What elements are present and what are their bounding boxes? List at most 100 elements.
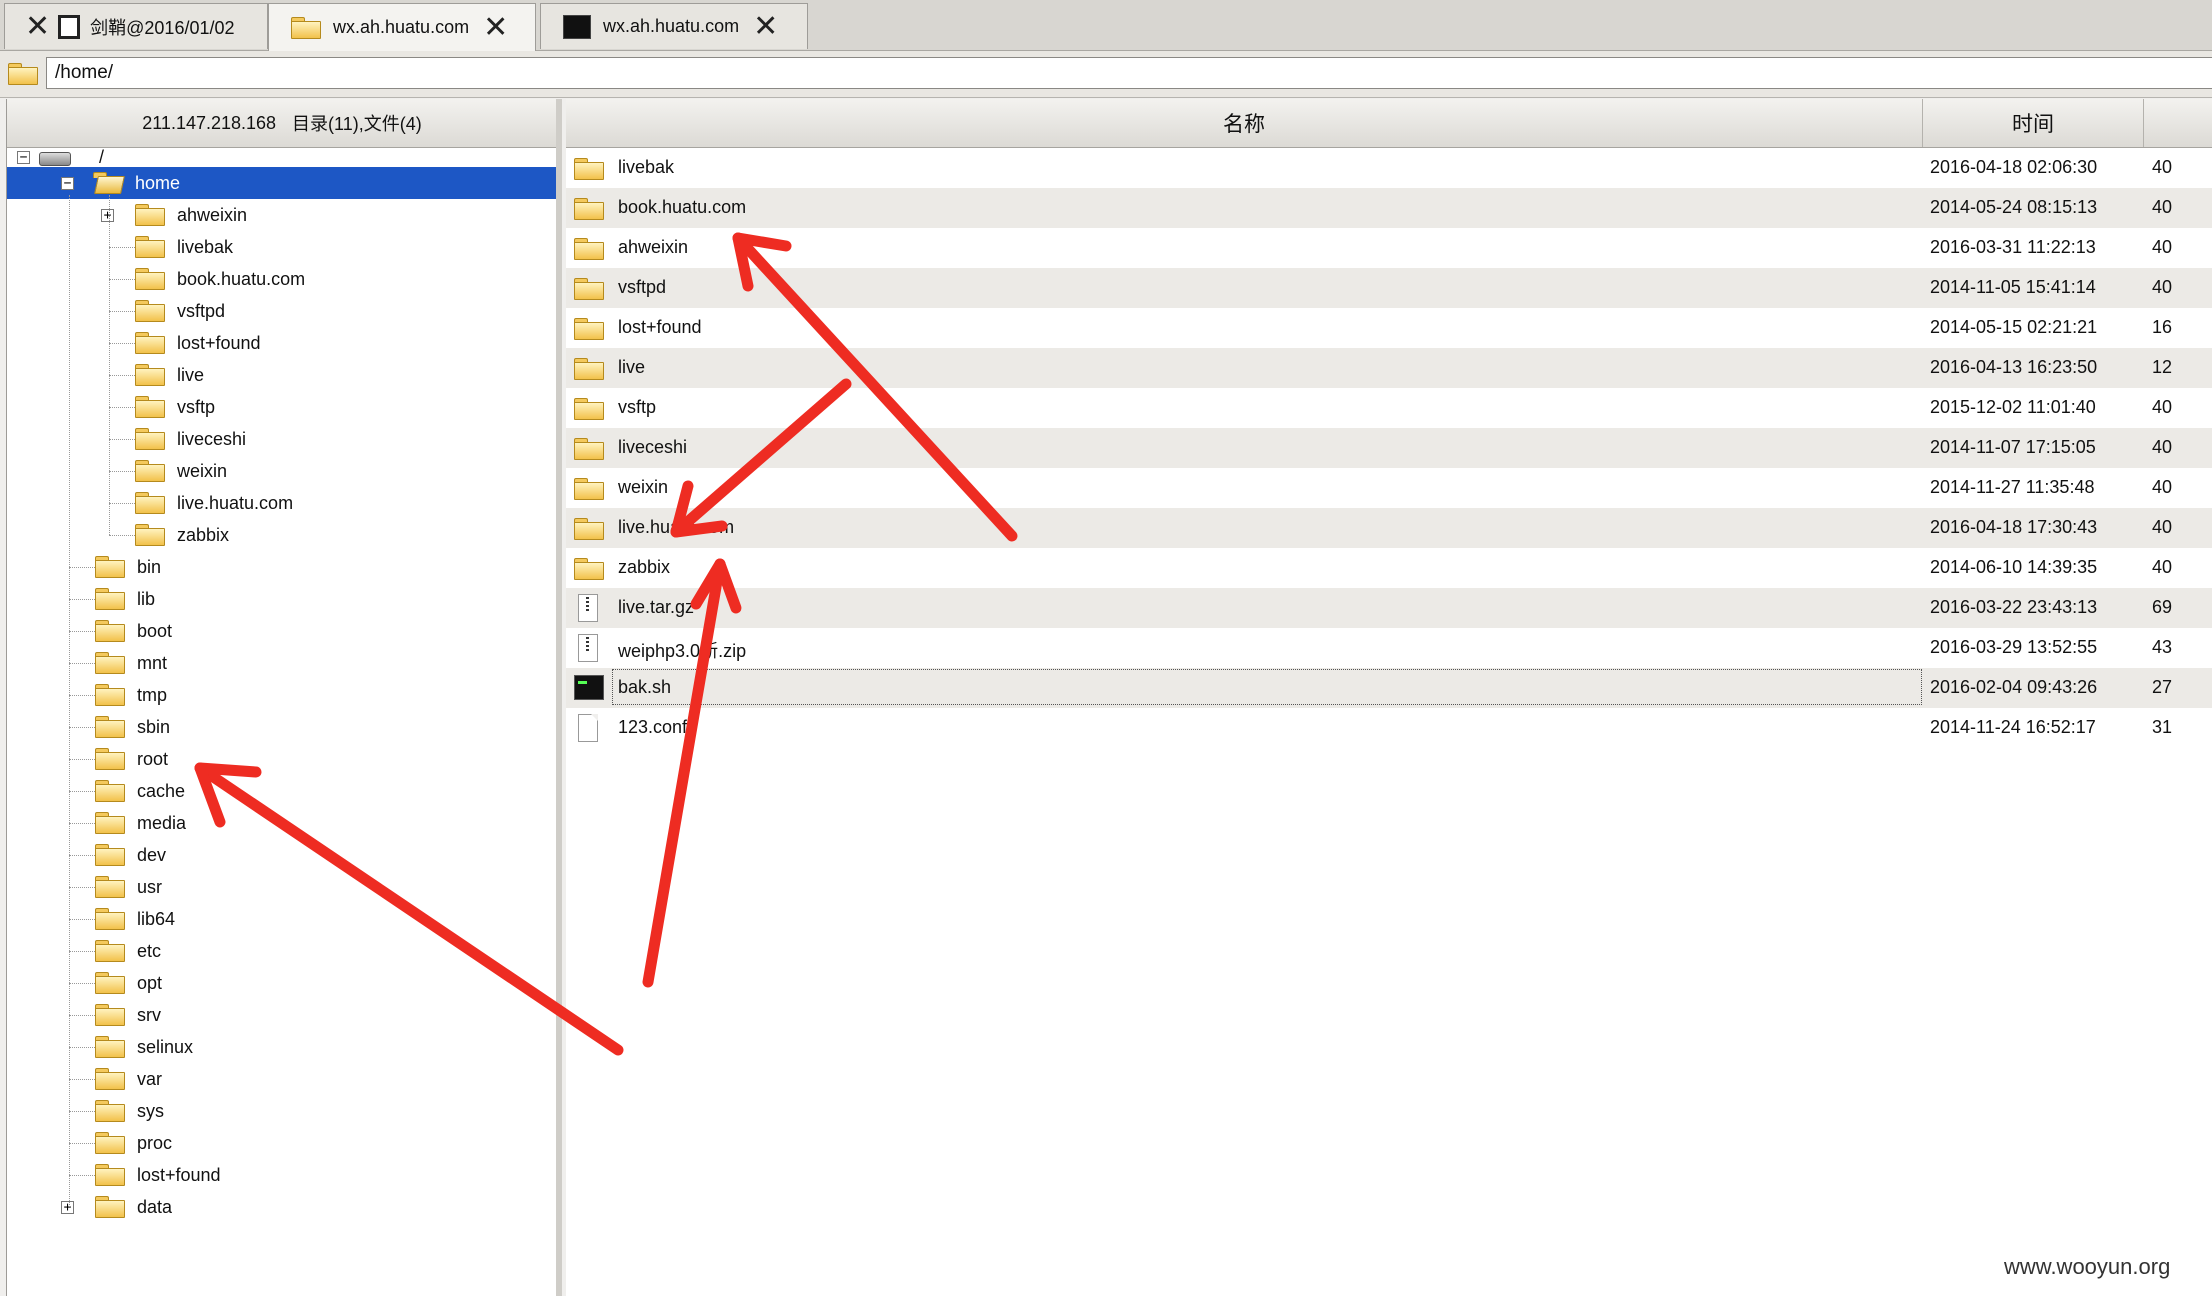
tree-node[interactable]: cache <box>95 775 185 807</box>
column-size-header[interactable] <box>2144 99 2212 147</box>
file-row[interactable]: zabbix 2014-06-10 14:39:35 40 <box>566 548 2212 588</box>
tree-node[interactable]: book.huatu.com <box>135 263 305 295</box>
tree-node[interactable]: weixin <box>135 455 227 487</box>
tree-node[interactable]: data <box>95 1191 172 1223</box>
file-row[interactable]: live 2016-04-13 16:23:50 12 <box>566 348 2212 388</box>
column-time-header[interactable]: 时间 <box>1923 99 2144 147</box>
file-row[interactable]: weixin 2014-11-27 11:35:48 40 <box>566 468 2212 508</box>
file-row[interactable]: livebak 2016-04-18 02:06:30 40 <box>566 148 2212 188</box>
tree-node[interactable]: var <box>95 1063 162 1095</box>
folder-icon <box>95 972 125 994</box>
tree-node-label: sbin <box>137 716 171 737</box>
folder-icon <box>574 478 604 500</box>
tree-root-label[interactable]: / <box>99 147 104 168</box>
file-row[interactable]: ahweixin 2016-03-31 11:22:13 40 <box>566 228 2212 268</box>
file-time: 2016-03-29 13:52:55 <box>1930 637 2098 657</box>
path-input[interactable] <box>46 57 2212 89</box>
file-row[interactable]: book.huatu.com 2014-05-24 08:15:13 40 <box>566 188 2212 228</box>
item-count: 目录(11),文件(4) <box>292 114 422 134</box>
tree-node-label: lost+found <box>137 1164 221 1185</box>
tree-node[interactable]: bin <box>95 551 161 583</box>
tree-node-label: etc <box>137 940 162 961</box>
tree-node[interactable]: livebak <box>135 231 233 263</box>
collapse-toggle[interactable]: − <box>61 177 74 190</box>
server-ip: 211.147.218.168 <box>142 112 277 133</box>
file-name: livebak <box>618 157 675 177</box>
file-time: 2016-04-13 16:23:50 <box>1930 357 2098 377</box>
tree-node[interactable]: live.huatu.com <box>135 487 293 519</box>
expand-toggle[interactable]: + <box>61 1201 74 1214</box>
tab-filemanager[interactable]: wx.ah.huatu.com ✕ <box>268 3 536 51</box>
tab-session[interactable]: ✕ 剑鞘@2016/01/02 <box>4 3 268 49</box>
file-time: 2014-11-27 11:35:48 <box>1930 477 2095 497</box>
file-row[interactable]: weiphp3.0新.zip 2016-03-29 13:52:55 43 <box>566 628 2212 668</box>
file-row[interactable]: 123.conf 2014-11-24 16:52:17 31 <box>566 708 2212 748</box>
tree-connector <box>69 1143 95 1144</box>
tree-node-label: book.huatu.com <box>177 268 306 289</box>
file-row[interactable]: vsftp 2015-12-02 11:01:40 40 <box>566 388 2212 428</box>
file-name: vsftp <box>618 397 657 417</box>
tree-node[interactable]: opt <box>95 967 162 999</box>
tree-node[interactable]: media <box>95 807 186 839</box>
close-icon[interactable]: ✕ <box>483 12 508 43</box>
file-time: 2014-11-24 16:52:17 <box>1930 717 2096 737</box>
file-name: bak.sh <box>618 677 672 697</box>
folder-icon <box>574 518 604 540</box>
tree-node[interactable]: ahweixin <box>135 199 247 231</box>
tree-node[interactable]: vsftpd <box>135 295 225 327</box>
tree-node-label: lost+found <box>177 332 261 353</box>
tree-node[interactable]: proc <box>95 1127 172 1159</box>
tree-node[interactable]: sbin <box>95 711 170 743</box>
tree-node[interactable]: tmp <box>95 679 167 711</box>
column-name-header[interactable]: 名称 <box>566 99 1923 147</box>
file-size: 40 <box>2152 397 2173 417</box>
tree-node[interactable]: live <box>135 359 204 391</box>
tree-connector <box>69 1175 95 1176</box>
file-row[interactable]: live.tar.gz 2016-03-22 23:43:13 69 <box>566 588 2212 628</box>
tree-node-label: tmp <box>137 684 168 705</box>
tree-node[interactable]: mnt <box>95 647 167 679</box>
folder-icon <box>135 300 165 322</box>
tree-node[interactable]: liveceshi <box>135 423 246 455</box>
tree-node[interactable]: usr <box>95 871 162 903</box>
tree-node[interactable]: lib <box>95 583 155 615</box>
folder-icon <box>95 844 125 866</box>
tree-node[interactable]: etc <box>95 935 161 967</box>
file-list: 名称 时间 livebak 2016-04-18 02:06:30 40 book.h… <box>566 99 2212 1296</box>
close-icon[interactable]: ✕ <box>753 11 778 42</box>
tree-node[interactable]: vsftp <box>135 391 215 423</box>
file-time: 2016-03-22 23:43:13 <box>1930 597 2098 617</box>
file-row[interactable]: vsftpd 2014-11-05 15:41:14 40 <box>566 268 2212 308</box>
tree-connector <box>69 631 95 632</box>
disk-icon <box>39 152 71 166</box>
tree-node[interactable]: srv <box>95 999 161 1031</box>
tree-node[interactable]: lib64 <box>95 903 175 935</box>
collapse-toggle[interactable]: − <box>17 151 30 164</box>
tab-terminal[interactable]: wx.ah.huatu.com ✕ <box>540 3 808 49</box>
tree-node-label: mnt <box>137 652 168 673</box>
tree-node[interactable]: sys <box>95 1095 164 1127</box>
tree-node-label: bin <box>137 556 162 577</box>
tree-node-label: usr <box>137 876 163 897</box>
file-row[interactable]: bak.sh 2016-02-04 09:43:26 27 <box>566 668 2212 708</box>
file-name: live.huatu.com <box>618 517 735 537</box>
file-row[interactable]: live.huatu.com 2016-04-18 17:30:43 40 <box>566 508 2212 548</box>
folder-icon <box>574 558 604 580</box>
expand-toggle[interactable]: + <box>101 209 114 222</box>
tree-node[interactable]: selinux <box>95 1031 193 1063</box>
folder-icon <box>95 588 125 610</box>
close-icon[interactable]: ✕ <box>25 11 50 42</box>
folder-icon <box>574 198 604 220</box>
file-row[interactable]: liveceshi 2014-11-07 17:15:05 40 <box>566 428 2212 468</box>
tree-node[interactable]: dev <box>95 839 166 871</box>
tree-node[interactable]: root <box>95 743 168 775</box>
tree-connector <box>69 759 95 760</box>
tree-node[interactable]: lost+found <box>135 327 261 359</box>
tree-node[interactable]: lost+found <box>95 1159 221 1191</box>
tree-node[interactable]: boot <box>95 615 172 647</box>
tree-connector <box>69 855 95 856</box>
file-row[interactable]: lost+found 2014-05-15 02:21:21 16 <box>566 308 2212 348</box>
tree-node[interactable]: zabbix <box>135 519 229 551</box>
folder-icon <box>574 158 604 180</box>
tree-node-home[interactable]: home <box>7 167 556 199</box>
